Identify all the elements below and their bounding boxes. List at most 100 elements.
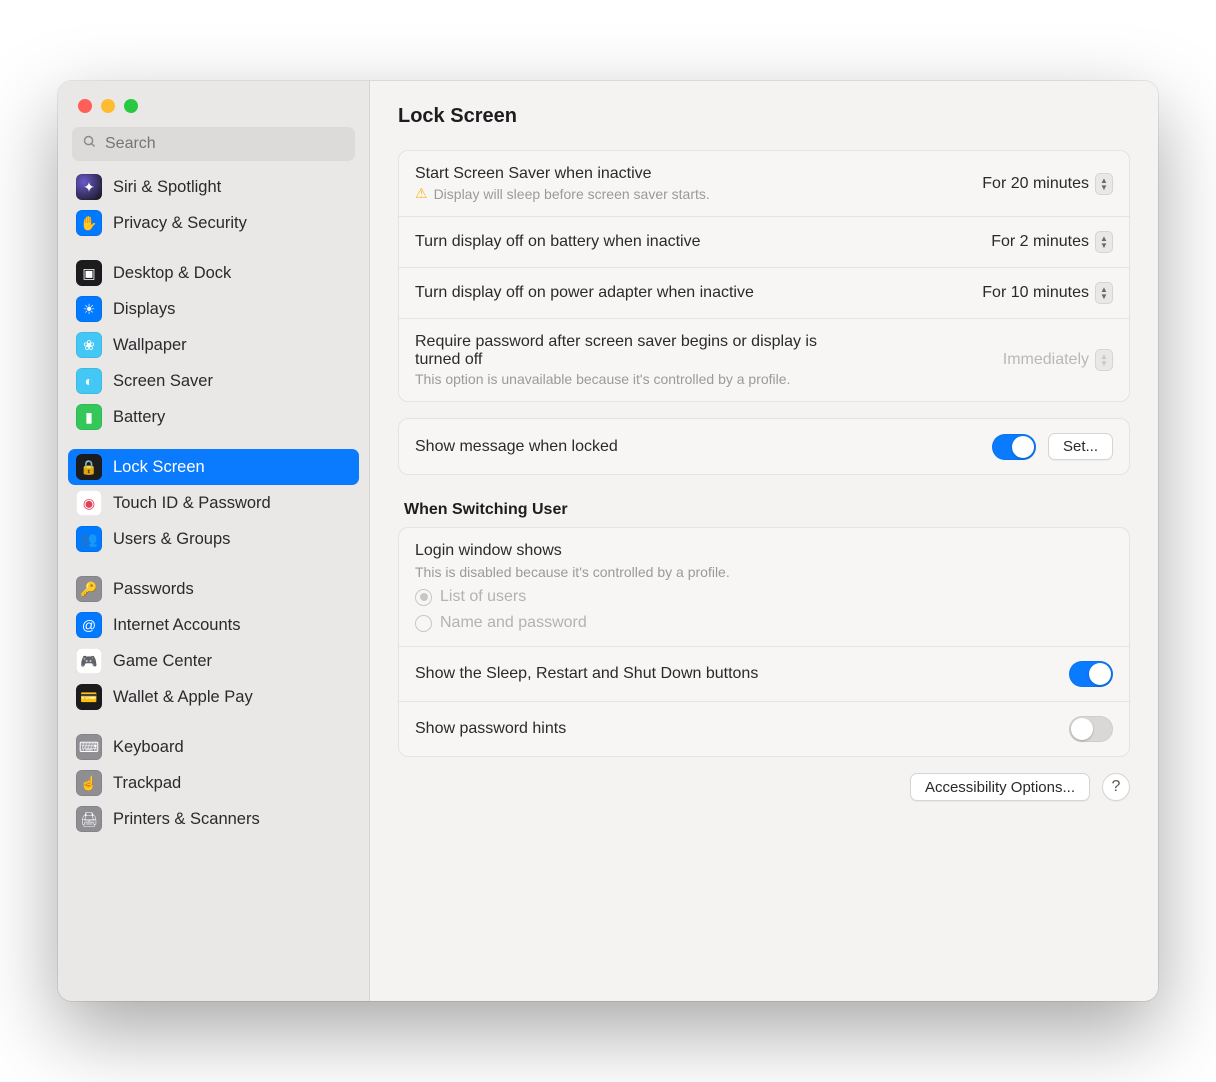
show-password-hints-row: Show password hints <box>399 701 1129 756</box>
accessibility-options-button[interactable]: Accessibility Options... <box>910 773 1090 801</box>
sidebar-item-displays[interactable]: ☀ Displays <box>68 291 359 327</box>
window-controls <box>58 81 369 113</box>
main-content: Lock Screen Start Screen Saver when inac… <box>370 81 1158 1001</box>
sidebar-item-keyboard[interactable]: ⌨ Keyboard <box>68 729 359 765</box>
sidebar-item-label: Lock Screen <box>113 458 205 477</box>
keyboard-icon: ⌨ <box>76 734 102 760</box>
chevron-up-down-icon: ▲▼ <box>1095 173 1113 195</box>
sidebar-item-label: Passwords <box>113 580 194 599</box>
sidebar-item-touchid[interactable]: ◉ Touch ID & Password <box>68 485 359 521</box>
maximize-window-button[interactable] <box>124 99 138 113</box>
sidebar-item-wallpaper[interactable]: ❀ Wallpaper <box>68 327 359 363</box>
chevron-up-down-icon: ▲▼ <box>1095 231 1113 253</box>
row-label: Turn display off on power adapter when i… <box>415 284 970 302</box>
show-message-panel: Show message when locked Set... <box>398 418 1130 475</box>
footer-actions: Accessibility Options... ? <box>398 773 1130 801</box>
sidebar-item-label: Battery <box>113 408 165 427</box>
show-password-hints-toggle[interactable] <box>1069 716 1113 742</box>
printer-icon: 🖨 <box>76 806 102 832</box>
trackpad-icon: ☝ <box>76 770 102 796</box>
system-settings-window: ✦ Siri & Spotlight ✋ Privacy & Security … <box>58 81 1158 1001</box>
sidebar-item-internet[interactable]: @ Internet Accounts <box>68 607 359 643</box>
sidebar-item-label: Printers & Scanners <box>113 810 260 829</box>
row-label: Require password after screen saver begi… <box>415 333 845 369</box>
set-message-button[interactable]: Set... <box>1048 433 1113 460</box>
row-label: Turn display off on battery when inactiv… <box>415 233 979 251</box>
sidebar-item-users[interactable]: 👥 Users & Groups <box>68 521 359 557</box>
require-password-delay-select: Immediately ▲▼ <box>1003 349 1113 371</box>
users-icon: 👥 <box>76 526 102 552</box>
sidebar-item-screensaver[interactable]: ◐ Screen Saver <box>68 363 359 399</box>
login-option-name-password: Name and password <box>415 614 587 632</box>
sidebar-item-siri[interactable]: ✦ Siri & Spotlight <box>68 169 359 205</box>
row-note: This option is unavailable because it's … <box>415 371 991 387</box>
sidebar-item-privacy[interactable]: ✋ Privacy & Security <box>68 205 359 241</box>
switching-user-panel: Login window shows This is disabled beca… <box>398 527 1130 757</box>
sidebar-item-trackpad[interactable]: ☝ Trackpad <box>68 765 359 801</box>
row-label: Show message when locked <box>415 438 980 456</box>
warning-icon: ⚠︎ <box>415 185 428 202</box>
require-password-row: Require password after screen saver begi… <box>399 318 1129 401</box>
sidebar-item-label: Wallpaper <box>113 336 187 355</box>
search-input[interactable] <box>105 135 345 153</box>
sidebar-item-label: Displays <box>113 300 175 319</box>
row-note: This is disabled because it's controlled… <box>415 564 730 580</box>
sidebar-item-label: Users & Groups <box>113 530 230 549</box>
display-power-delay-select[interactable]: For 10 minutes ▲▼ <box>982 282 1113 304</box>
display-off-battery-row: Turn display off on battery when inactiv… <box>399 216 1129 267</box>
row-label: Login window shows <box>415 542 562 560</box>
sidebar-item-gamecenter[interactable]: 🎮 Game Center <box>68 643 359 679</box>
show-message-row: Show message when locked Set... <box>399 419 1129 474</box>
minimize-window-button[interactable] <box>101 99 115 113</box>
sidebar-item-passwords[interactable]: 🔑 Passwords <box>68 571 359 607</box>
display-off-power-row: Turn display off on power adapter when i… <box>399 267 1129 318</box>
sidebar-item-label: Game Center <box>113 652 212 671</box>
screensaver-icon: ◐ <box>76 368 102 394</box>
brightness-icon: ☀ <box>76 296 102 322</box>
sidebar: ✦ Siri & Spotlight ✋ Privacy & Security … <box>58 81 370 1001</box>
search-icon <box>82 134 97 154</box>
sidebar-item-label: Wallet & Apple Pay <box>113 688 253 707</box>
sidebar-item-printers[interactable]: 🖨 Printers & Scanners <box>68 801 359 837</box>
lock-screen-timing-panel: Start Screen Saver when inactive ⚠︎ Disp… <box>398 150 1130 402</box>
sidebar-item-label: Privacy & Security <box>113 214 247 233</box>
gamecenter-icon: 🎮 <box>76 648 102 674</box>
chevron-up-down-icon: ▲▼ <box>1095 282 1113 304</box>
at-icon: @ <box>76 612 102 638</box>
sidebar-item-label: Siri & Spotlight <box>113 178 221 197</box>
sidebar-item-desktop[interactable]: ▣ Desktop & Dock <box>68 255 359 291</box>
show-power-buttons-toggle[interactable] <box>1069 661 1113 687</box>
row-warning: ⚠︎ Display will sleep before screen save… <box>415 185 970 202</box>
sidebar-item-label: Desktop & Dock <box>113 264 231 283</box>
display-battery-delay-select[interactable]: For 2 minutes ▲▼ <box>991 231 1113 253</box>
dock-icon: ▣ <box>76 260 102 286</box>
battery-icon: ▮ <box>76 404 102 430</box>
screensaver-delay-select[interactable]: For 20 minutes ▲▼ <box>982 173 1113 195</box>
siri-icon: ✦ <box>76 174 102 200</box>
wallet-icon: 💳 <box>76 684 102 710</box>
login-option-list-of-users: List of users <box>415 588 526 606</box>
sidebar-item-lockscreen[interactable]: 🔒 Lock Screen <box>68 449 359 485</box>
close-window-button[interactable] <box>78 99 92 113</box>
login-window-row: Login window shows This is disabled beca… <box>399 528 1129 646</box>
radio-icon <box>415 615 432 632</box>
row-label: Show password hints <box>415 720 1057 738</box>
sidebar-item-label: Screen Saver <box>113 372 213 391</box>
show-message-toggle[interactable] <box>992 434 1036 460</box>
chevron-up-down-icon: ▲▼ <box>1095 349 1113 371</box>
hand-icon: ✋ <box>76 210 102 236</box>
radio-icon <box>415 589 432 606</box>
sidebar-item-label: Internet Accounts <box>113 616 241 635</box>
key-icon: 🔑 <box>76 576 102 602</box>
lock-icon: 🔒 <box>76 454 102 480</box>
help-button[interactable]: ? <box>1102 773 1130 801</box>
sidebar-item-label: Keyboard <box>113 738 184 757</box>
sidebar-item-battery[interactable]: ▮ Battery <box>68 399 359 435</box>
show-power-buttons-row: Show the Sleep, Restart and Shut Down bu… <box>399 646 1129 701</box>
sidebar-item-wallet[interactable]: 💳 Wallet & Apple Pay <box>68 679 359 715</box>
row-label: Show the Sleep, Restart and Shut Down bu… <box>415 665 1057 683</box>
sidebar-item-label: Touch ID & Password <box>113 494 271 513</box>
switching-user-heading: When Switching User <box>404 501 1124 519</box>
sidebar-nav: ✦ Siri & Spotlight ✋ Privacy & Security … <box>58 169 369 847</box>
sidebar-search[interactable] <box>72 127 355 161</box>
